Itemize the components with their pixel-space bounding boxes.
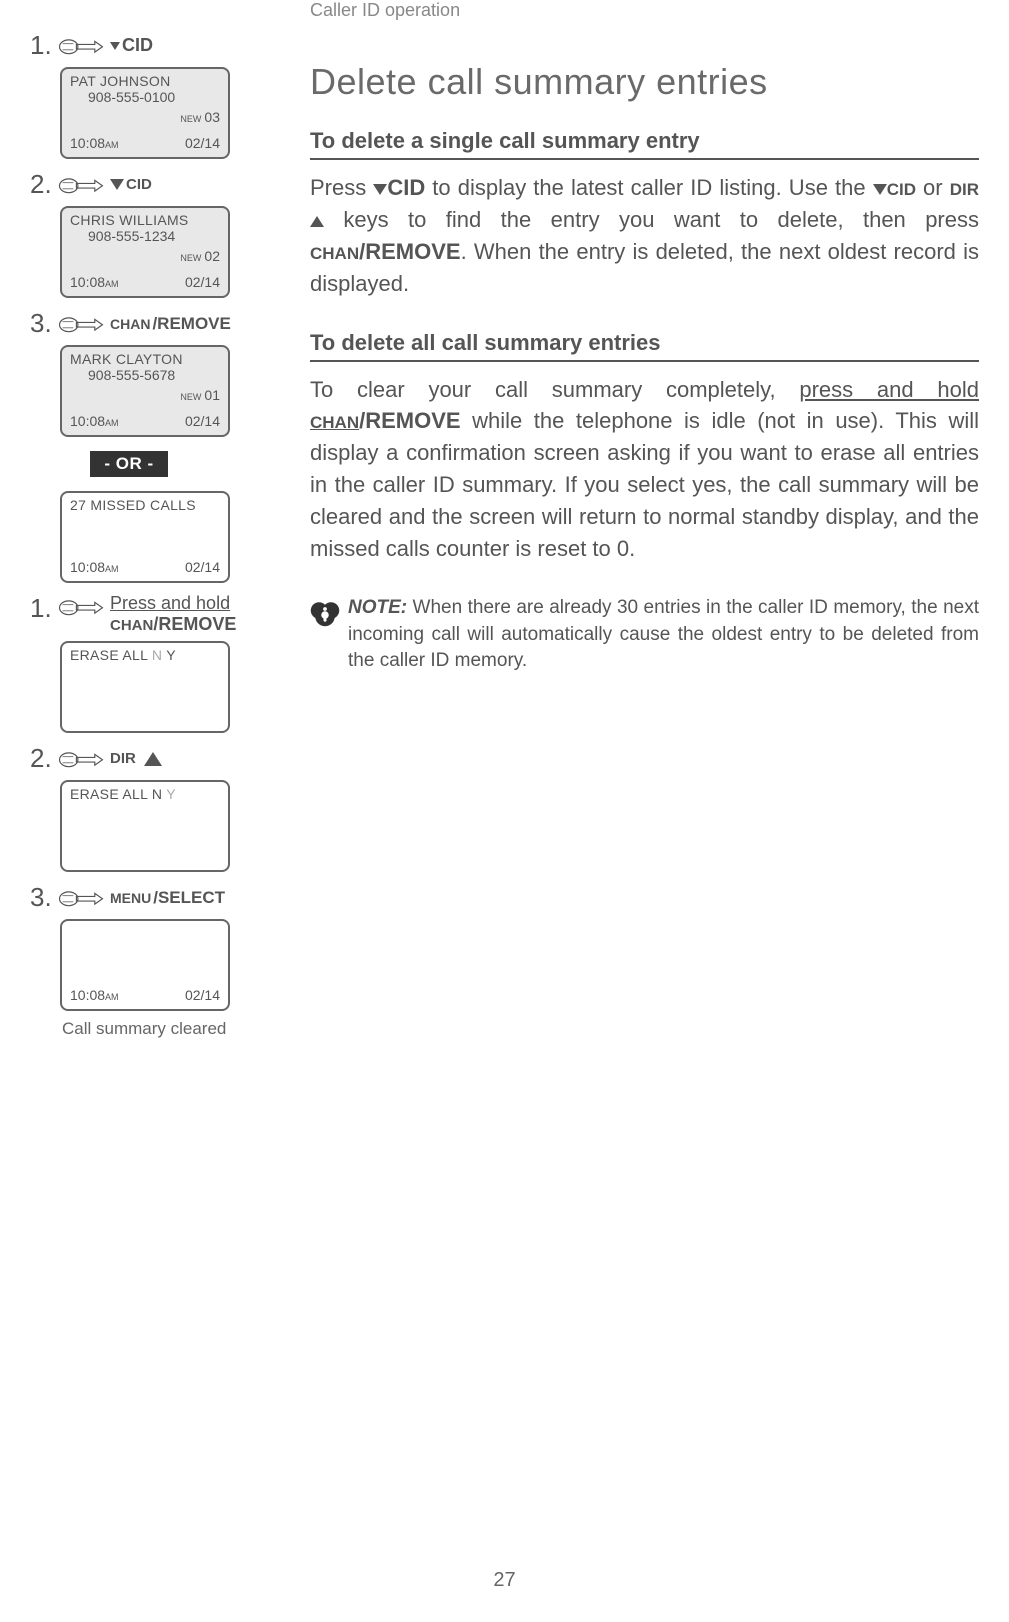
step-a2: 2. CID [30,169,280,200]
lcd-screen-missed: 27 MISSED CALLS 10:08AM 02/14 [60,491,230,583]
left-column: 1. CID PAT JOHNSON 908-555-0100 NEW03 10… [30,0,280,1039]
right-column: Caller ID operation Delete call summary … [280,0,979,1039]
lcd-screen-erase2: ERASE ALL N Y [60,780,230,872]
lcd-phone: 908-555-5678 [88,367,220,383]
pointing-hand-icon [58,747,104,771]
down-triangle-icon [373,184,387,195]
lcd-phone: 908-555-0100 [88,89,220,105]
step-number: 2. [30,169,54,200]
step-b1: 1. Press and hold CHAN/REMOVE [30,593,280,635]
step-a1: 1. CID [30,30,280,61]
lcd-name: MARK CLAYTON [70,351,220,367]
down-triangle-icon [873,184,887,195]
lcd-bottom: 10:08AM 02/14 [70,987,220,1003]
lcd-screen: CHRIS WILLIAMS 908-555-1234 NEW02 10:08A… [60,206,230,298]
pointing-hand-icon [58,173,104,197]
page-title: Delete call summary entries [310,61,979,103]
lcd-text: ERASE ALL N Y [70,786,220,802]
step-b2: 2. DIR [30,743,280,774]
caption: Call summary cleared [62,1019,280,1039]
step-b3: 3. MENU/SELECT [30,882,280,913]
step-label: CHAN/REMOVE [110,314,231,334]
lcd-new-count: NEW01 [180,387,220,403]
step-a3: 3. CHAN/REMOVE [30,308,280,339]
info-icon [310,597,340,627]
down-triangle-icon [110,42,120,50]
lcd-new-count: NEW02 [180,248,220,264]
lcd-name: PAT JOHNSON [70,73,220,89]
note-block: NOTE: When there are already 30 entries … [310,595,979,675]
step-label: CID [110,176,152,193]
lcd-screen-erase: ERASE ALL N Y [60,641,230,733]
lcd-bottom: 10:08AM 02/14 [70,559,220,575]
step-number: 3. [30,882,54,913]
section-heading-1: To delete a single call summary entry [310,128,979,160]
up-triangle-icon [310,216,324,227]
or-divider: - OR - [90,451,168,477]
step-number: 2. [30,743,54,774]
lcd-screen: PAT JOHNSON 908-555-0100 NEW03 10:08AM 0… [60,67,230,159]
section-1-body: Press CID to display the latest caller I… [310,172,979,300]
down-triangle-icon [110,179,124,190]
note-text: NOTE: When there are already 30 entries … [348,595,979,675]
lcd-screen-final: 10:08AM 02/14 [60,919,230,1011]
lcd-phone: 908-555-1234 [88,228,220,244]
step-label: Press and hold CHAN/REMOVE [110,593,236,635]
lcd-bottom: 10:08AM 02/14 [70,274,220,290]
pointing-hand-icon [58,886,104,910]
step-number: 1. [30,593,54,624]
pointing-hand-icon [58,595,104,619]
step-label: MENU/SELECT [110,888,225,908]
section-2-body: To clear your call summary completely, p… [310,374,979,565]
lcd-new-count: NEW03 [180,109,220,125]
page-number: 27 [0,1569,1009,1592]
lcd-bottom: 10:08AM 02/14 [70,135,220,151]
step-number: 1. [30,30,54,61]
lcd-text: ERASE ALL N Y [70,647,220,663]
lcd-text: 27 MISSED CALLS [70,497,220,513]
section-heading-2: To delete all call summary entries [310,330,979,362]
lcd-screen: MARK CLAYTON 908-555-5678 NEW01 10:08AM … [60,345,230,437]
pointing-hand-icon [58,312,104,336]
step-number: 3. [30,308,54,339]
up-triangle-icon [144,752,162,766]
pointing-hand-icon [58,34,104,58]
step-label: CID [110,35,153,56]
header-line: Caller ID operation [310,0,979,21]
lcd-bottom: 10:08AM 02/14 [70,413,220,429]
lcd-name: CHRIS WILLIAMS [70,212,220,228]
step-label: DIR [110,750,162,768]
